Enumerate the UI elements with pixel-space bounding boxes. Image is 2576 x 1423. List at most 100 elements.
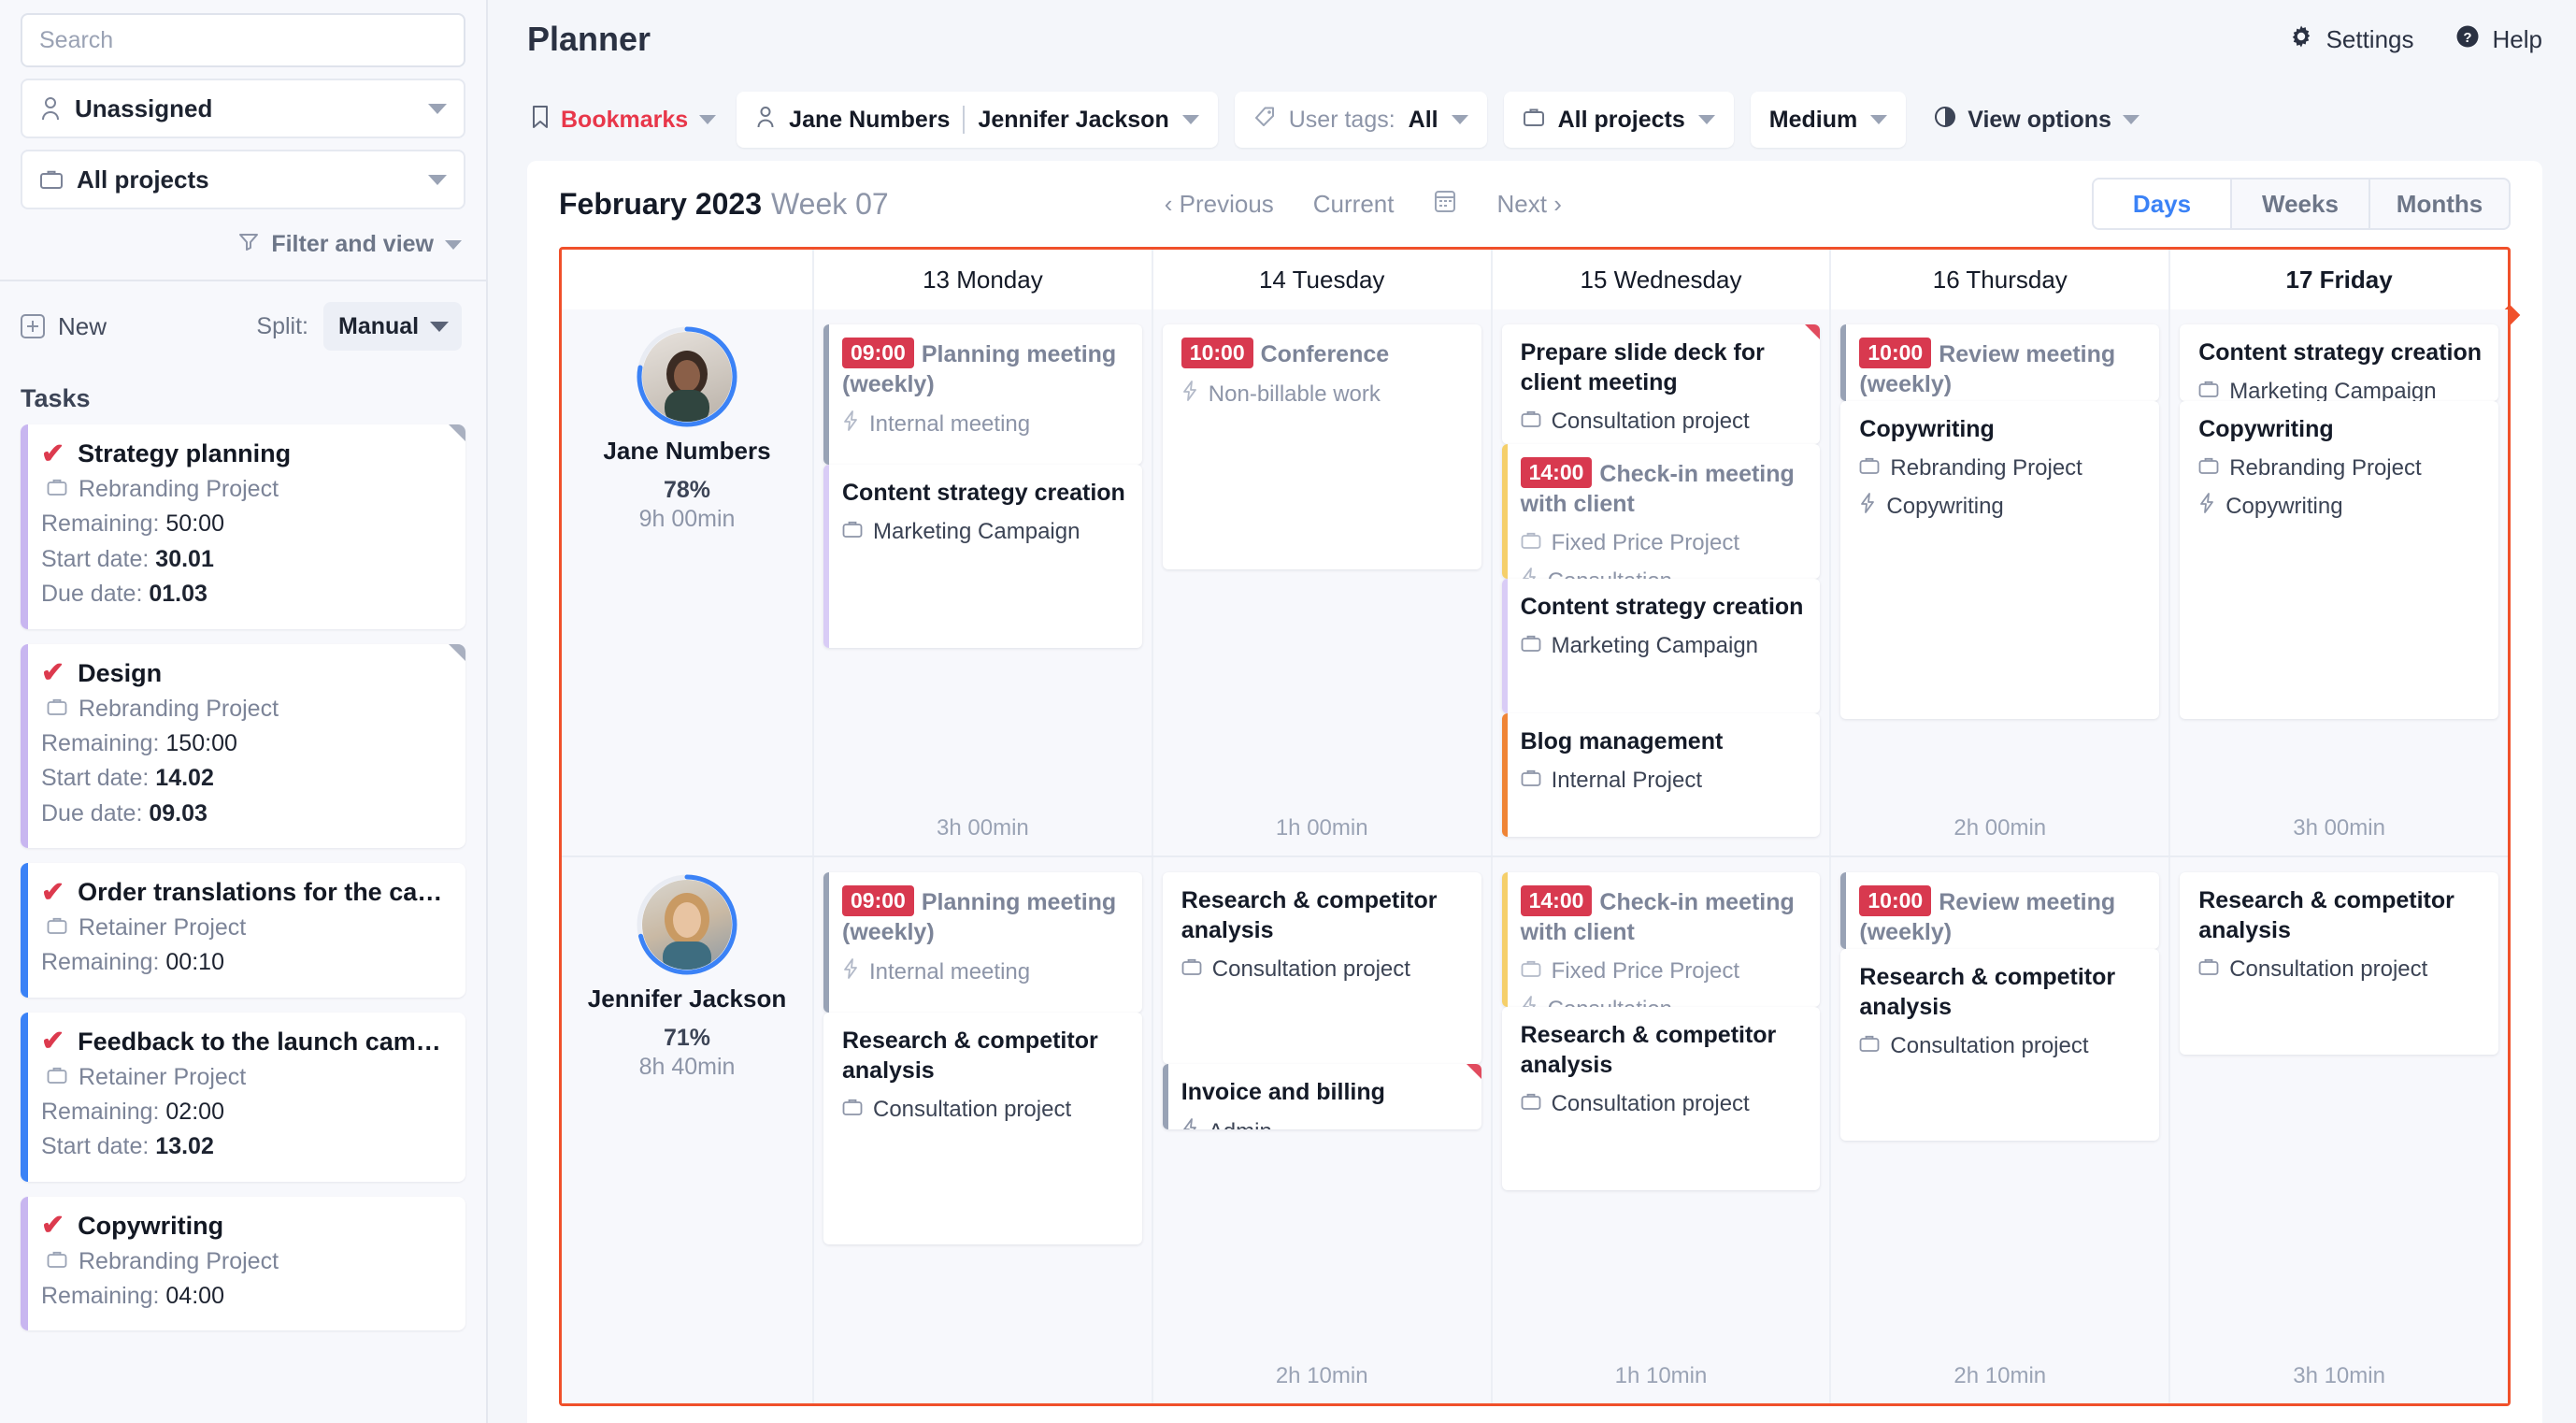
day-column[interactable]: 14:00 Check-in meeting with client Fixed P… (1490, 857, 1830, 1403)
check-icon[interactable]: ✔ (41, 439, 64, 468)
day-column[interactable]: 10:00 Conference Non-billable work 1h 00min (1151, 309, 1491, 855)
bolt-icon (1521, 568, 1538, 579)
calendar-event[interactable]: Research & competitor analysis Consultati… (823, 1013, 1142, 1244)
event-stack: Research & competitor analysis Consultati… (1162, 872, 1481, 1349)
calendar-event[interactable]: Research & competitor analysis Consultati… (2180, 872, 2498, 1055)
calendar-event[interactable]: Content strategy creation Marketing Campa… (823, 465, 1142, 648)
calendar-event[interactable]: Content strategy creation Marketing Campa… (2180, 324, 2498, 401)
task-card[interactable]: ✔ Feedback to the launch campaign Retainer… (21, 1012, 465, 1182)
calendar-event[interactable]: Research & competitor analysis Consultati… (1501, 1007, 1821, 1190)
check-icon[interactable]: ✔ (41, 659, 64, 687)
event-title: 10:00 Review meeting (weekly) (1859, 338, 2144, 399)
calendar-event[interactable]: 10:00 Review meeting (weekly) (1840, 324, 2160, 401)
calendar-event[interactable]: 14:00 Check-in meeting with client Fixed P… (1501, 444, 1821, 579)
task-card[interactable]: ✔ Strategy planning Rebranding Project Rema… (21, 424, 465, 629)
tag-icon (1253, 106, 1276, 135)
user-icon (755, 106, 776, 135)
person-row: Jane Numbers 78% 9h 00min 09:00 Planning mee… (562, 309, 2508, 855)
calendar-event[interactable]: Prepare slide deck for client meeting Con… (1501, 324, 1821, 444)
day-column[interactable]: Research & competitor analysis Consultati… (1151, 857, 1491, 1403)
view-options-button[interactable]: View options (1930, 106, 2143, 135)
user-tags-filter[interactable]: User tags: All (1234, 92, 1487, 148)
calendar-icon[interactable] (1433, 188, 1457, 221)
calendar-event[interactable]: 14:00 Check-in meeting with client Fixed P… (1501, 872, 1821, 1007)
calendar-event[interactable]: Research & competitor analysis Consultati… (1840, 949, 2160, 1141)
current-button[interactable]: Current (1313, 190, 1395, 219)
people-filter[interactable]: Jane Numbers Jennifer Jackson (737, 92, 1218, 148)
bookmarks-button[interactable]: Bookmarks (527, 105, 720, 136)
settings-button[interactable]: Settings (2289, 24, 2414, 55)
day-column[interactable]: 09:00 Planning meeting (weekly) Internal m… (812, 309, 1152, 855)
calendar-event[interactable]: 10:00 Review meeting (weekly) (1840, 872, 2160, 949)
briefcase-icon (1181, 956, 1202, 983)
briefcase-icon (1859, 455, 1880, 482)
task-card[interactable]: ✔ Design Rebranding Project Remaining: 150:… (21, 643, 465, 848)
calendar-event[interactable]: Research & competitor analysis Consultati… (1162, 872, 1481, 1064)
calendar-event[interactable]: Copywriting Rebranding Project Copywriting (1840, 401, 2160, 719)
check-icon[interactable]: ✔ (41, 878, 64, 907)
day-column[interactable]: 10:00 Review meeting (weekly) Research & c… (1829, 857, 2169, 1403)
search-input[interactable]: Search (21, 13, 465, 67)
day-header-cell[interactable]: 14 Tuesday (1151, 250, 1491, 309)
event-activity-label: Copywriting (2225, 493, 2343, 519)
calendar-event[interactable]: 10:00 Conference Non-billable work (1162, 324, 1481, 569)
project-select-label: All projects (77, 165, 209, 194)
task-name: Copywriting (78, 1211, 224, 1240)
calendar-event[interactable]: Content strategy creation Marketing Campa… (1501, 579, 1821, 713)
sidebar-actions: New Split: Manual (0, 281, 486, 371)
calendar-event[interactable]: 09:00 Planning meeting (weekly) Internal m… (823, 872, 1142, 1013)
day-header-cell[interactable]: 15 Wednesday (1490, 250, 1830, 309)
event-project-label: Internal Project (1551, 768, 1703, 793)
sidebar: Search Unassigned All projects Filter an… (0, 0, 488, 1423)
task-meta-row: Remaining: 50:00 (41, 510, 224, 537)
project-select[interactable]: All projects (21, 150, 465, 209)
task-list[interactable]: ✔ Strategy planning Rebranding Project Rema… (0, 421, 486, 1423)
task-meta-value: 13.02 (155, 1133, 214, 1159)
task-project-label: Rebranding Project (79, 695, 279, 722)
day-column[interactable]: 10:00 Review meeting (weekly) Copywriting R… (1829, 309, 2169, 855)
density-filter[interactable]: Medium (1750, 92, 1907, 148)
next-button[interactable]: Next › (1496, 190, 1561, 219)
person-total-hours: 8h 40min (638, 1054, 736, 1080)
task-card[interactable]: ✔ Order translations for the campaign m… R… (21, 863, 465, 998)
people-filter-label-a: Jane Numbers (789, 106, 951, 133)
check-icon[interactable]: ✔ (41, 1212, 64, 1240)
filter-and-view-button[interactable]: Filter and view (0, 209, 486, 280)
day-total: 2h 00min (1953, 815, 2047, 841)
day-column[interactable]: Research & competitor analysis Consultati… (2168, 857, 2508, 1403)
view-scale-segments[interactable]: Days Weeks Months (2092, 178, 2511, 230)
task-project: Rebranding Project (41, 1248, 447, 1275)
check-icon[interactable]: ✔ (41, 1028, 64, 1056)
day-column[interactable]: Prepare slide deck for client meeting Con… (1490, 309, 1830, 855)
view-scale-weeks[interactable]: Weeks (2232, 180, 2370, 228)
calendar-event[interactable]: Invoice and billing Admin (1162, 1064, 1481, 1129)
view-scale-days[interactable]: Days (2094, 180, 2232, 228)
briefcase-icon (2198, 379, 2219, 401)
task-header: ✔ Design (41, 659, 447, 688)
view-scale-months[interactable]: Months (2370, 180, 2509, 228)
event-project: Consultation project (842, 1097, 1127, 1123)
split-select[interactable]: Manual (323, 302, 462, 351)
day-column[interactable]: 09:00 Planning meeting (weekly) Internal m… (812, 857, 1152, 1403)
assignee-select[interactable]: Unassigned (21, 79, 465, 138)
calendar-event[interactable]: 09:00 Planning meeting (weekly) Internal m… (823, 324, 1142, 465)
new-button[interactable]: New (21, 312, 107, 341)
event-accent-bar (823, 324, 829, 465)
calendar-event[interactable]: Blog management Internal Project (1501, 713, 1821, 837)
task-card[interactable]: ✔ Copywriting Rebranding Project Remaining:… (21, 1196, 465, 1330)
day-header-cell[interactable]: 16 Thursday (1829, 250, 2168, 309)
event-project: Internal Project (1521, 768, 1806, 794)
day-header-cell[interactable]: 17 Friday (2168, 250, 2508, 309)
event-project: Consultation project (2198, 956, 2483, 983)
previous-button[interactable]: ‹ Previous (1165, 190, 1274, 219)
projects-filter[interactable]: All projects (1503, 92, 1734, 148)
avatar[interactable] (637, 874, 737, 975)
help-button[interactable]: ? Help (2455, 24, 2542, 55)
event-corner-marker (1466, 1064, 1481, 1079)
day-header-cell[interactable]: 13 Monday (812, 250, 1152, 309)
day-column[interactable]: Content strategy creation Marketing Campa… (2168, 309, 2508, 855)
event-project: Fixed Price Project (1521, 530, 1806, 556)
calendar-event[interactable]: Copywriting Rebranding Project Copywriting (2180, 401, 2498, 719)
avatar[interactable] (637, 326, 737, 427)
bolt-icon (1859, 493, 1876, 520)
